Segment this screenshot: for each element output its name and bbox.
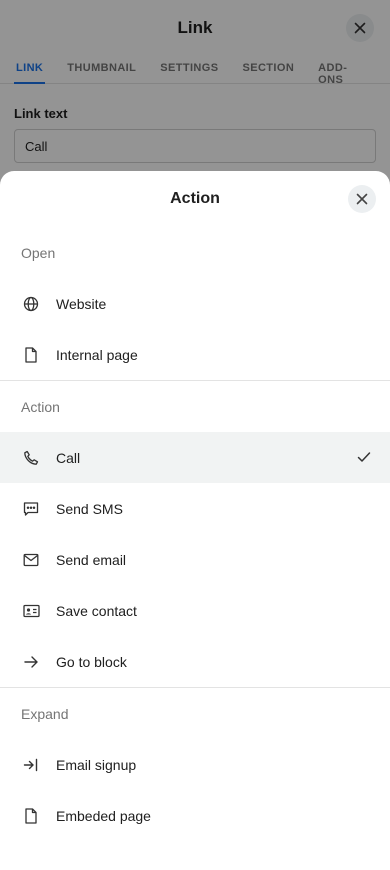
globe-icon [22, 295, 40, 313]
option-label: Go to block [56, 653, 127, 670]
section-label-open: Open [21, 244, 56, 261]
contact-card-icon [22, 602, 40, 620]
sheet-title: Action [170, 190, 220, 207]
option-embeded-page[interactable]: Embeded page [0, 790, 390, 841]
page-icon [22, 346, 40, 364]
section-label-action: Action [21, 398, 60, 415]
option-website[interactable]: Website [0, 278, 390, 329]
option-email-signup[interactable]: Email signup [0, 739, 390, 790]
page-icon [22, 807, 40, 825]
arrow-right-icon [22, 653, 40, 671]
login-icon [22, 756, 40, 774]
option-call[interactable]: Call [0, 432, 390, 483]
option-label: Call [56, 449, 81, 466]
option-send-email[interactable]: Send email [0, 534, 390, 585]
option-save-contact[interactable]: Save contact [0, 585, 390, 636]
section-label-expand: Expand [21, 705, 69, 722]
option-label: Embeded page [56, 807, 151, 824]
option-label: Email signup [56, 756, 137, 773]
sms-icon [22, 500, 40, 518]
option-send-sms[interactable]: Send SMS [0, 483, 390, 534]
sheet-close-button[interactable] [348, 185, 376, 213]
option-label: Website [56, 295, 107, 312]
option-label: Send email [56, 551, 127, 568]
option-go-to-block[interactable]: Go to block [0, 636, 390, 687]
phone-icon [22, 449, 40, 467]
close-icon [356, 193, 368, 205]
check-icon [357, 452, 371, 462]
email-icon [22, 551, 40, 569]
option-label: Internal page [56, 346, 138, 363]
action-sheet: Action Open Website Internal page Action… [0, 171, 390, 870]
sheet-header: Action [0, 171, 390, 227]
option-label: Send SMS [56, 500, 123, 517]
option-internal-page[interactable]: Internal page [0, 329, 390, 380]
option-label: Save contact [56, 602, 137, 619]
